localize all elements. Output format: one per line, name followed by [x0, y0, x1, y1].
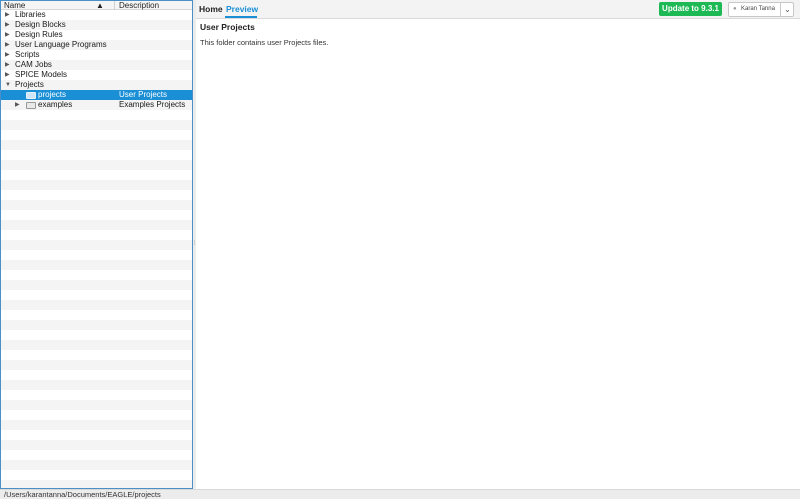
tree-item-label: SPICE Models	[15, 70, 68, 79]
empty-row	[1, 370, 192, 380]
expand-arrow-icon[interactable]: ▶	[5, 50, 11, 60]
expand-arrow-icon[interactable]: ▶	[15, 100, 21, 110]
update-button[interactable]: Update to 9.3.1	[659, 2, 722, 16]
empty-row	[1, 260, 192, 270]
sort-ascending-icon[interactable]: ▲	[96, 1, 104, 10]
tree-item-label: Projects	[15, 80, 44, 89]
expand-arrow-icon[interactable]: ▶	[5, 70, 11, 80]
tree-item-user-language-programs[interactable]: ▶ User Language Programs	[1, 40, 192, 50]
tab-home[interactable]: Home	[199, 0, 223, 18]
tree-item-scripts[interactable]: ▶ Scripts	[1, 50, 192, 60]
empty-row	[1, 480, 192, 488]
empty-row	[1, 440, 192, 450]
chevron-down-icon[interactable]: ⌄	[780, 3, 794, 16]
empty-row	[1, 290, 192, 300]
tree-item-cam-jobs[interactable]: ▶ CAM Jobs	[1, 60, 192, 70]
empty-row	[1, 430, 192, 440]
status-bar: /Users/karantanna/Documents/EAGLE/projec…	[0, 489, 800, 499]
tree-item-label: projects	[38, 90, 67, 99]
empty-row	[1, 470, 192, 480]
empty-row	[1, 460, 192, 470]
tree-item-description: Examples Projects	[119, 100, 186, 109]
empty-row	[1, 130, 192, 140]
tree-item-description: User Projects	[119, 90, 168, 99]
status-path: /Users/karantanna/Documents/EAGLE/projec…	[4, 490, 161, 499]
tree-item-projects[interactable]: ▼ Projects	[1, 80, 192, 90]
tree-item-projects-folder[interactable]: projects User Projects	[1, 90, 192, 100]
tree-item-label: Libraries	[15, 10, 46, 19]
preview-content: User Projects This folder contains user …	[196, 19, 800, 489]
preview-panel: Home Preview Update to 9.3.1 ● Karan Tan…	[196, 0, 800, 489]
empty-row	[1, 190, 192, 200]
tree-item-label: Scripts	[15, 50, 40, 59]
tree-item-examples-folder[interactable]: ▶ examples Examples Projects	[1, 100, 192, 110]
empty-row	[1, 350, 192, 360]
empty-row	[1, 210, 192, 220]
empty-row	[1, 320, 192, 330]
empty-row	[1, 240, 192, 250]
empty-row	[1, 300, 192, 310]
empty-row	[1, 150, 192, 160]
empty-row	[1, 120, 192, 130]
expand-arrow-icon[interactable]: ▶	[5, 10, 11, 20]
empty-row	[1, 200, 192, 210]
empty-row	[1, 450, 192, 460]
empty-row	[1, 170, 192, 180]
tree-item-spice-models[interactable]: ▶ SPICE Models	[1, 70, 192, 80]
tree-item-label: examples	[38, 100, 73, 109]
tree-panel: Name ▲ Description ▶ Libraries ▶ Design …	[0, 0, 193, 489]
name-column-header[interactable]: Name	[4, 1, 25, 10]
tree-item-label: CAM Jobs	[15, 60, 52, 69]
expand-arrow-icon[interactable]: ▶	[5, 40, 11, 50]
preview-title: User Projects	[200, 22, 255, 32]
tree-rows: ▶ Libraries ▶ Design Blocks ▶ Design Rul…	[1, 10, 192, 488]
empty-row	[1, 180, 192, 190]
tree-item-label: Design Blocks	[15, 20, 66, 29]
expand-arrow-icon[interactable]: ▶	[5, 20, 11, 30]
empty-row	[1, 390, 192, 400]
empty-row	[1, 380, 192, 390]
empty-row	[1, 340, 192, 350]
app-window: Name ▲ Description ▶ Libraries ▶ Design …	[0, 0, 800, 499]
tree-item-label: User Language Programs	[15, 40, 107, 49]
empty-row	[1, 310, 192, 320]
empty-row	[1, 220, 192, 230]
person-icon: ●	[733, 6, 737, 12]
empty-row	[1, 400, 192, 410]
tree-item-label: Design Rules	[15, 30, 63, 39]
expand-arrow-icon[interactable]: ▶	[5, 30, 11, 40]
empty-row	[1, 420, 192, 430]
user-menu[interactable]: ● Karan Tanna ⌄	[728, 2, 794, 17]
folder-icon	[26, 92, 36, 99]
top-bar: Home Preview Update to 9.3.1 ● Karan Tan…	[196, 0, 800, 19]
empty-row	[1, 110, 192, 120]
empty-row	[1, 330, 192, 340]
expand-arrow-icon[interactable]: ▶	[5, 60, 11, 70]
tree-item-libraries[interactable]: ▶ Libraries	[1, 10, 192, 20]
empty-row	[1, 410, 192, 420]
empty-row	[1, 360, 192, 370]
empty-row	[1, 270, 192, 280]
collapse-arrow-icon[interactable]: ▼	[5, 80, 11, 90]
empty-row	[1, 250, 192, 260]
empty-row	[1, 160, 192, 170]
active-tab-indicator	[225, 16, 257, 18]
empty-row	[1, 140, 192, 150]
empty-row	[1, 280, 192, 290]
tree-item-design-rules[interactable]: ▶ Design Rules	[1, 30, 192, 40]
preview-description: This folder contains user Projects files…	[200, 38, 329, 47]
column-divider[interactable]	[114, 1, 115, 10]
tree-item-design-blocks[interactable]: ▶ Design Blocks	[1, 20, 192, 30]
empty-row	[1, 230, 192, 240]
user-name: Karan Tanna	[741, 6, 775, 12]
folder-icon	[26, 102, 36, 109]
tree-header: Name ▲ Description	[1, 1, 192, 10]
description-column-header[interactable]: Description	[119, 1, 159, 10]
